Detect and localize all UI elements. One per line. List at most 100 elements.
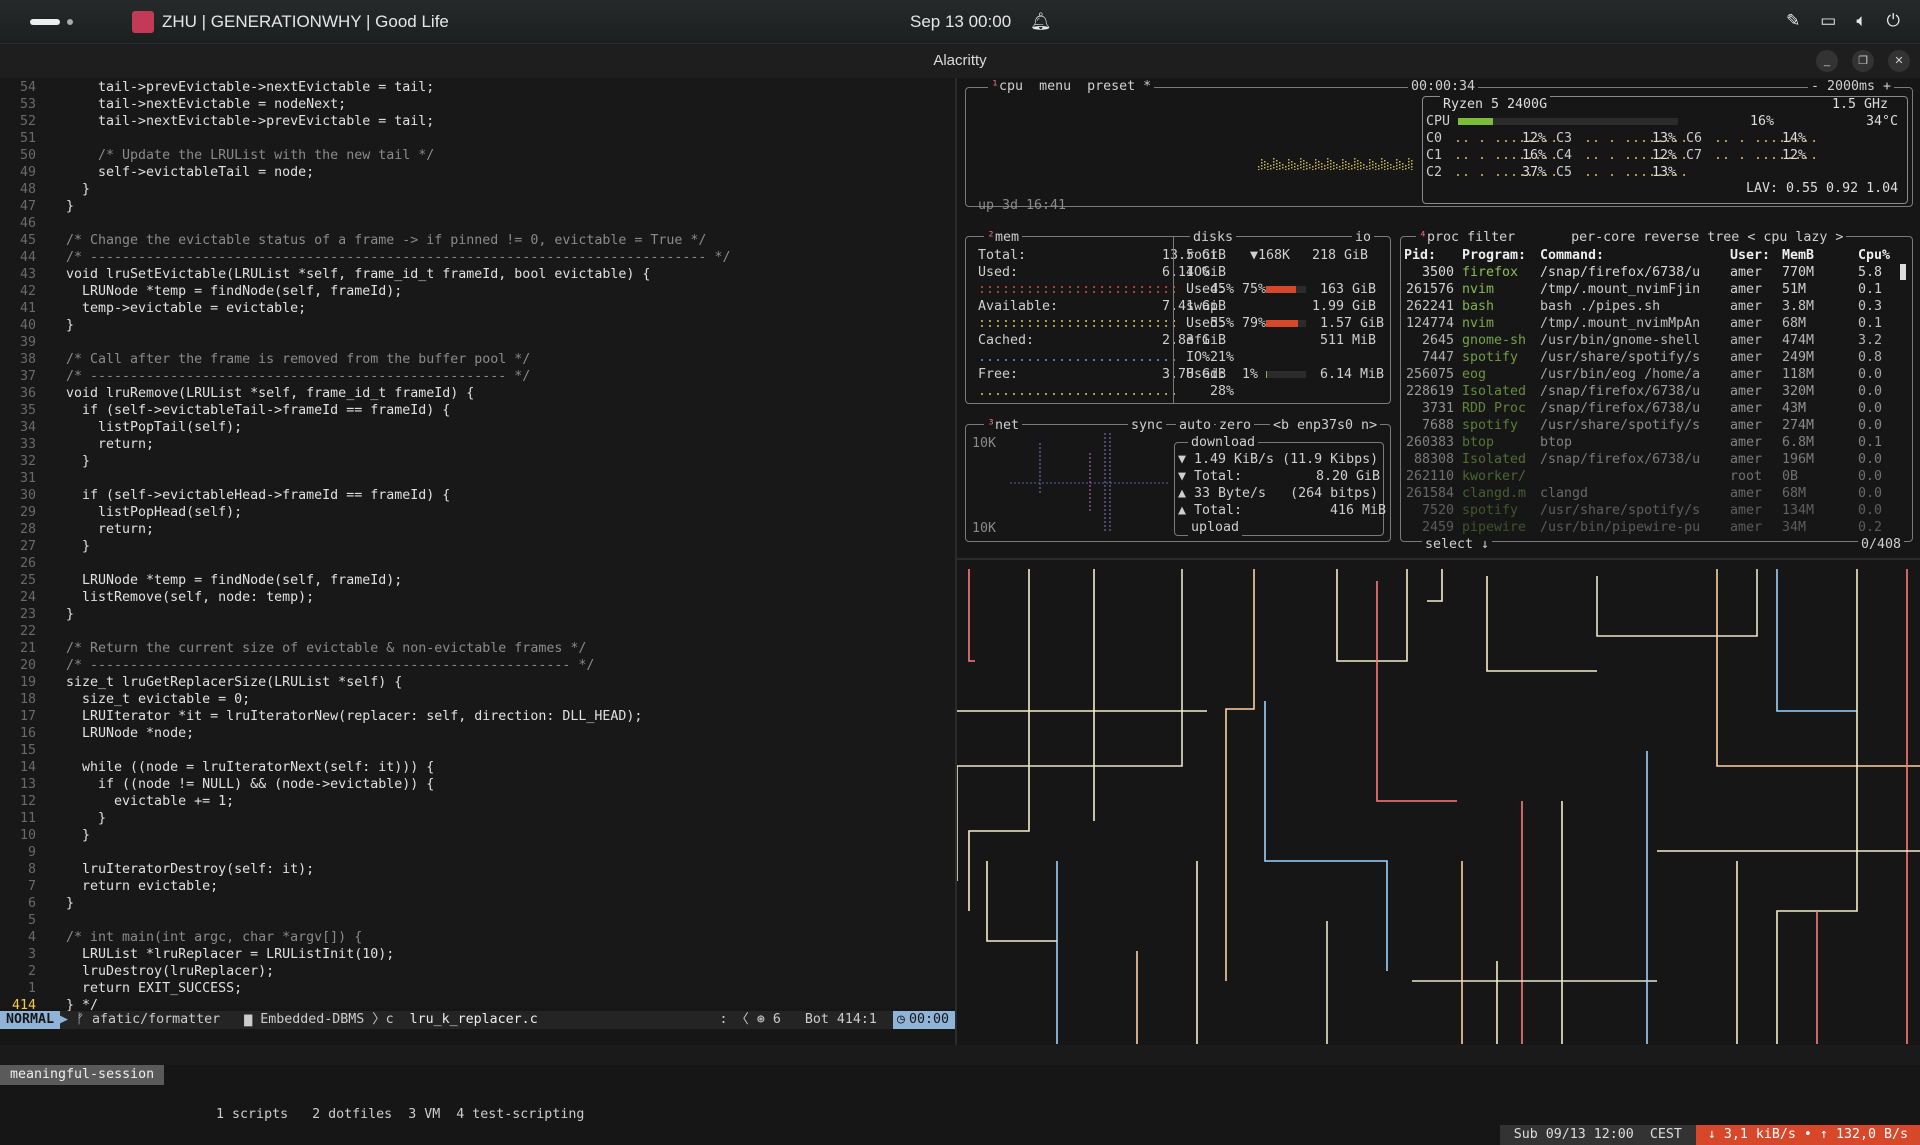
proc-cell: 43M: [1782, 401, 1807, 416]
code-line[interactable]: 17 LRUIterator *it = lruIteratorNew(repl…: [0, 708, 955, 725]
color-picker-icon[interactable]: ✎: [1786, 11, 1800, 31]
workspace-indicator-active[interactable]: [30, 19, 60, 25]
tmux-window[interactable]: 2 dotfiles: [312, 1107, 392, 1122]
code-line[interactable]: 30 if (self->evictableHead->frameId == f…: [0, 487, 955, 504]
proc-column-header[interactable]: Command:: [1540, 247, 1604, 264]
code-text: tail->nextEvictable = nodeNext;: [66, 97, 347, 112]
net-interface[interactable]: <b enp37s0 n>: [1270, 417, 1381, 434]
code-line[interactable]: 43 void lruSetEvictable(LRUList *self, fr…: [0, 266, 955, 283]
code-line[interactable]: 32 }: [0, 453, 955, 470]
code-line[interactable]: 19 size_t lruGetReplacerSize(LRUList *sel…: [0, 674, 955, 691]
clock[interactable]: Sep 13 00:00: [910, 12, 1011, 32]
code-line[interactable]: 9: [0, 844, 955, 861]
proc-column-header[interactable]: Pid:: [1404, 247, 1436, 264]
code-line[interactable]: 21 /* Return the current size of evictabl…: [0, 640, 955, 657]
code-line[interactable]: 22: [0, 623, 955, 640]
code-line[interactable]: 41 temp->evictable = evictable;: [0, 300, 955, 317]
code-line[interactable]: 35 if (self->evictableTail->frameId == f…: [0, 402, 955, 419]
cpu-tabs[interactable]: ¹cpu menu preset *: [988, 78, 1155, 95]
code-line[interactable]: 5: [0, 912, 955, 929]
proc-scrollbar[interactable]: [1900, 264, 1906, 280]
code-line[interactable]: 34 listPopTail(self);: [0, 419, 955, 436]
disks-io-tab[interactable]: io: [1352, 229, 1375, 246]
code-line[interactable]: 6}: [0, 895, 955, 912]
tmux-window[interactable]: 3 VM: [408, 1107, 440, 1122]
code-line[interactable]: 44 /* -----------------------------------…: [0, 249, 955, 266]
cpu-core-label: C4: [1556, 148, 1573, 163]
code-line[interactable]: 31: [0, 470, 955, 487]
proc-tabs[interactable]: ⁴proc filter per-core reverse tree < cpu…: [1416, 229, 1847, 246]
code-line[interactable]: 16 LRUNode *node;: [0, 725, 955, 742]
code-line[interactable]: 7 return evictable;: [0, 878, 955, 895]
code-line[interactable]: 51: [0, 130, 955, 147]
code-line[interactable]: 52 tail->nextEvictable->prevEvictable = …: [0, 113, 955, 130]
code-line[interactable]: 25 LRUNode *temp = findNode(self, frameI…: [0, 572, 955, 589]
screen-icon[interactable]: ▭: [1820, 11, 1836, 31]
code-line[interactable]: 18 size_t evictable = 0;: [0, 691, 955, 708]
net-auto-tab[interactable]: auto: [1176, 417, 1215, 434]
code-line[interactable]: 4 /* int main(int argc, char *argv[]) {: [0, 929, 955, 946]
code-line[interactable]: 3 LRUList *lruReplacer = LRUListInit(10)…: [0, 946, 955, 963]
power-icon[interactable]: ⏻: [1887, 11, 1900, 31]
proc-select[interactable]: select ↓: [1422, 536, 1493, 553]
code-line[interactable]: 36 void lruRemove(LRUList *self, frame_id…: [0, 385, 955, 402]
proc-column-header[interactable]: Program:: [1462, 247, 1526, 264]
code-line[interactable]: 29 listPopHead(self);: [0, 504, 955, 521]
cpu-core-label: C3: [1556, 131, 1573, 146]
minimize-button[interactable]: _: [1816, 50, 1838, 72]
net-sync-tab[interactable]: sync: [1128, 417, 1167, 434]
code-line[interactable]: 14 while ((node = lruIteratorNext(self: …: [0, 759, 955, 776]
code-line[interactable]: 11 }: [0, 810, 955, 827]
tmux-window[interactable]: 1 scripts: [216, 1107, 288, 1122]
code-line[interactable]: 54 tail->prevEvictable->nextEvictable = …: [0, 79, 955, 96]
code-line[interactable]: 39: [0, 334, 955, 351]
code-line[interactable]: 53 tail->nextEvictable = nodeNext;: [0, 96, 955, 113]
tmux-window[interactable]: 4 test-scripting: [456, 1107, 584, 1122]
code-line[interactable]: 38 /* Call after the frame is removed fro…: [0, 351, 955, 368]
code-line[interactable]: 28 return;: [0, 521, 955, 538]
code-line[interactable]: 10 }: [0, 827, 955, 844]
code-line[interactable]: 27 }: [0, 538, 955, 555]
disks-title[interactable]: disks: [1190, 229, 1237, 246]
code-line[interactable]: 13 if ((node != NULL) && (node->evictabl…: [0, 776, 955, 793]
tmux-session[interactable]: meaningful-session: [0, 1065, 165, 1085]
pipe-segment: [1376, 581, 1457, 802]
code-line[interactable]: 8 lruIteratorDestroy(self: it);: [0, 861, 955, 878]
code-line[interactable]: 40}: [0, 317, 955, 334]
volume-icon[interactable]: 🔈︎: [1856, 11, 1866, 31]
proc-column-header[interactable]: User:: [1730, 247, 1770, 264]
code-line[interactable]: 1 return EXIT_SUCCESS;: [0, 980, 955, 997]
code-line[interactable]: 48 }: [0, 181, 955, 198]
code-line[interactable]: 49 self->evictableTail = node;: [0, 164, 955, 181]
net-zero-tab[interactable]: zero: [1216, 417, 1255, 434]
close-button[interactable]: ✕: [1888, 50, 1910, 72]
pane-divider-horizontal[interactable]: [957, 558, 1920, 560]
workspace-indicator[interactable]: [67, 19, 73, 25]
code-line[interactable]: 47}: [0, 198, 955, 215]
code-line[interactable]: 42 LRUNode *temp = findNode(self, frameI…: [0, 283, 955, 300]
code-line[interactable]: 45 /* Change the evictable status of a fr…: [0, 232, 955, 249]
code-line[interactable]: 15: [0, 742, 955, 759]
maximize-button[interactable]: ❐: [1852, 50, 1874, 72]
line-number: 23: [19, 607, 36, 622]
code-line[interactable]: 37 /* -----------------------------------…: [0, 368, 955, 385]
code-line[interactable]: 46: [0, 215, 955, 232]
cpu-core-pct: 13%: [1652, 131, 1677, 146]
btop-pane[interactable]: ¹cpu menu preset * 00:00:34 - 2000ms + u…: [960, 78, 1920, 553]
code-line[interactable]: 26: [0, 555, 955, 572]
bell-icon[interactable]: 🔔︎: [1030, 12, 1052, 32]
code-line[interactable]: 23}: [0, 606, 955, 623]
code-line[interactable]: 24 listRemove(self, node: temp);: [0, 589, 955, 606]
editor-pane[interactable]: 54 tail->prevEvictable->nextEvictable = …: [0, 78, 955, 1013]
code-line[interactable]: 33 return;: [0, 436, 955, 453]
code-line[interactable]: 2 lruDestroy(lruReplacer);: [0, 963, 955, 980]
code-line[interactable]: 20 /* -----------------------------------…: [0, 657, 955, 674]
code-line[interactable]: 50 /* Update the LRUList with the new ta…: [0, 147, 955, 164]
code-line[interactable]: 12 evictable += 1;: [0, 793, 955, 810]
update-interval[interactable]: - 2000ms +: [1808, 78, 1895, 95]
proc-column-header[interactable]: MemB: [1782, 247, 1814, 264]
code-text: /* Update the LRUList with the new tail …: [66, 148, 435, 163]
proc-column-header[interactable]: Cpu%: [1858, 247, 1890, 264]
media-widget[interactable]: ZHU | GENERATIONWHY | Good Life: [132, 11, 449, 33]
